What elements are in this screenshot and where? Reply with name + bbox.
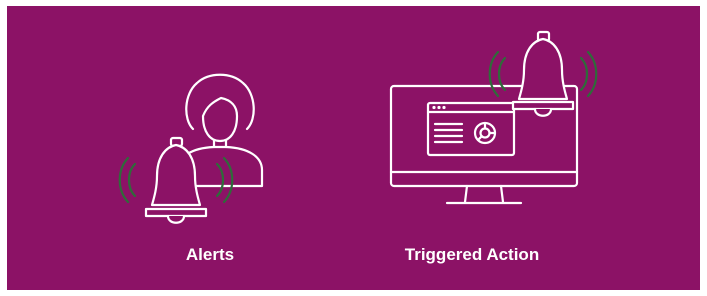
donut-chart-icon (473, 121, 497, 145)
triggered-action-label: Triggered Action (404, 245, 540, 264)
illustration (118, 30, 598, 224)
feature-banner: Alerts Triggered Action (7, 6, 700, 290)
bell-icon (511, 30, 575, 117)
browser-window-icon (426, 101, 516, 157)
alerts-label: Alerts (185, 245, 235, 264)
